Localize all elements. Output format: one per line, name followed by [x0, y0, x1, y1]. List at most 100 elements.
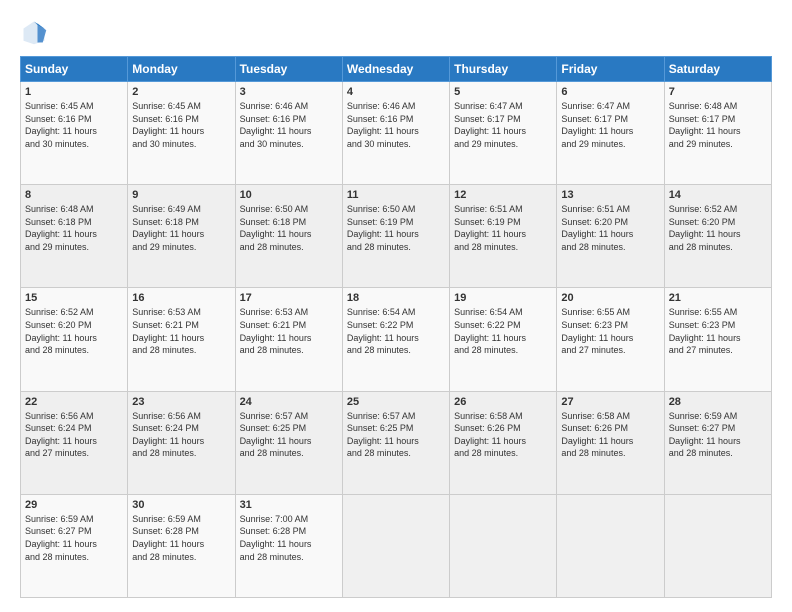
day-info: Sunrise: 6:49 AM Sunset: 6:18 PM Dayligh… — [132, 203, 230, 253]
day-number: 21 — [669, 292, 767, 304]
day-number: 1 — [25, 86, 123, 98]
day-info: Sunrise: 6:54 AM Sunset: 6:22 PM Dayligh… — [347, 306, 445, 356]
calendar-cell: 18 Sunrise: 6:54 AM Sunset: 6:22 PM Dayli… — [342, 288, 449, 391]
calendar-day-header: Friday — [557, 57, 664, 82]
day-info: Sunrise: 6:57 AM Sunset: 6:25 PM Dayligh… — [240, 410, 338, 460]
day-number: 17 — [240, 292, 338, 304]
calendar-cell: 12 Sunrise: 6:51 AM Sunset: 6:19 PM Dayli… — [450, 185, 557, 288]
day-number: 10 — [240, 189, 338, 201]
calendar-cell — [342, 494, 449, 597]
day-info: Sunrise: 6:51 AM Sunset: 6:20 PM Dayligh… — [561, 203, 659, 253]
calendar-cell: 26 Sunrise: 6:58 AM Sunset: 6:26 PM Dayli… — [450, 391, 557, 494]
day-info: Sunrise: 6:52 AM Sunset: 6:20 PM Dayligh… — [25, 306, 123, 356]
day-number: 12 — [454, 189, 552, 201]
day-number: 25 — [347, 396, 445, 408]
day-number: 29 — [25, 499, 123, 511]
calendar-day-header: Saturday — [664, 57, 771, 82]
calendar-cell: 22 Sunrise: 6:56 AM Sunset: 6:24 PM Dayli… — [21, 391, 128, 494]
day-number: 3 — [240, 86, 338, 98]
day-number: 2 — [132, 86, 230, 98]
day-info: Sunrise: 6:47 AM Sunset: 6:17 PM Dayligh… — [454, 100, 552, 150]
day-info: Sunrise: 6:59 AM Sunset: 6:28 PM Dayligh… — [132, 513, 230, 563]
calendar-header-row: SundayMondayTuesdayWednesdayThursdayFrid… — [21, 57, 772, 82]
calendar-day-header: Tuesday — [235, 57, 342, 82]
calendar-cell: 31 Sunrise: 7:00 AM Sunset: 6:28 PM Dayli… — [235, 494, 342, 597]
day-info: Sunrise: 6:59 AM Sunset: 6:27 PM Dayligh… — [669, 410, 767, 460]
day-info: Sunrise: 6:47 AM Sunset: 6:17 PM Dayligh… — [561, 100, 659, 150]
day-number: 13 — [561, 189, 659, 201]
calendar-cell: 2 Sunrise: 6:45 AM Sunset: 6:16 PM Daylig… — [128, 82, 235, 185]
day-number: 18 — [347, 292, 445, 304]
day-info: Sunrise: 6:51 AM Sunset: 6:19 PM Dayligh… — [454, 203, 552, 253]
calendar-cell: 27 Sunrise: 6:58 AM Sunset: 6:26 PM Dayli… — [557, 391, 664, 494]
calendar-week-row: 29Sunrise: 6:59 AM Sunset: 6:27 PM Dayli… — [21, 494, 772, 597]
calendar-cell: 24 Sunrise: 6:57 AM Sunset: 6:25 PM Dayli… — [235, 391, 342, 494]
day-number: 20 — [561, 292, 659, 304]
day-number: 5 — [454, 86, 552, 98]
calendar-day-header: Thursday — [450, 57, 557, 82]
calendar-table: SundayMondayTuesdayWednesdayThursdayFrid… — [20, 56, 772, 598]
calendar-cell: 13 Sunrise: 6:51 AM Sunset: 6:20 PM Dayli… — [557, 185, 664, 288]
day-info: Sunrise: 6:48 AM Sunset: 6:17 PM Dayligh… — [669, 100, 767, 150]
calendar-cell — [557, 494, 664, 597]
day-info: Sunrise: 6:53 AM Sunset: 6:21 PM Dayligh… — [240, 306, 338, 356]
calendar-cell: 4 Sunrise: 6:46 AM Sunset: 6:16 PM Daylig… — [342, 82, 449, 185]
day-number: 26 — [454, 396, 552, 408]
day-info: Sunrise: 6:45 AM Sunset: 6:16 PM Dayligh… — [25, 100, 123, 150]
calendar-cell: 21Sunrise: 6:55 AM Sunset: 6:23 PM Dayli… — [664, 288, 771, 391]
day-info: Sunrise: 6:54 AM Sunset: 6:22 PM Dayligh… — [454, 306, 552, 356]
calendar-cell: 15 Sunrise: 6:52 AM Sunset: 6:20 PM Dayli… — [21, 288, 128, 391]
calendar-cell: 29Sunrise: 6:59 AM Sunset: 6:27 PM Dayli… — [21, 494, 128, 597]
calendar-cell: 5 Sunrise: 6:47 AM Sunset: 6:17 PM Daylig… — [450, 82, 557, 185]
day-info: Sunrise: 6:50 AM Sunset: 6:19 PM Dayligh… — [347, 203, 445, 253]
day-info: Sunrise: 6:45 AM Sunset: 6:16 PM Dayligh… — [132, 100, 230, 150]
calendar-cell: 16Sunrise: 6:53 AM Sunset: 6:21 PM Dayli… — [128, 288, 235, 391]
calendar-cell: 11 Sunrise: 6:50 AM Sunset: 6:19 PM Dayli… — [342, 185, 449, 288]
header — [20, 18, 772, 46]
calendar-cell: 19 Sunrise: 6:54 AM Sunset: 6:22 PM Dayli… — [450, 288, 557, 391]
calendar-cell: 3Sunrise: 6:46 AM Sunset: 6:16 PM Daylig… — [235, 82, 342, 185]
calendar-cell: 9Sunrise: 6:49 AM Sunset: 6:18 PM Daylig… — [128, 185, 235, 288]
calendar-cell: 6 Sunrise: 6:47 AM Sunset: 6:17 PM Daylig… — [557, 82, 664, 185]
day-info: Sunrise: 6:52 AM Sunset: 6:20 PM Dayligh… — [669, 203, 767, 253]
calendar-cell: 14 Sunrise: 6:52 AM Sunset: 6:20 PM Dayli… — [664, 185, 771, 288]
calendar-week-row: 15 Sunrise: 6:52 AM Sunset: 6:20 PM Dayli… — [21, 288, 772, 391]
day-info: Sunrise: 6:57 AM Sunset: 6:25 PM Dayligh… — [347, 410, 445, 460]
day-number: 11 — [347, 189, 445, 201]
day-info: Sunrise: 6:56 AM Sunset: 6:24 PM Dayligh… — [25, 410, 123, 460]
logo-icon — [20, 18, 48, 46]
calendar-cell: 30Sunrise: 6:59 AM Sunset: 6:28 PM Dayli… — [128, 494, 235, 597]
calendar-day-header: Sunday — [21, 57, 128, 82]
calendar-day-header: Monday — [128, 57, 235, 82]
day-info: Sunrise: 7:00 AM Sunset: 6:28 PM Dayligh… — [240, 513, 338, 563]
day-info: Sunrise: 6:55 AM Sunset: 6:23 PM Dayligh… — [561, 306, 659, 356]
day-info: Sunrise: 6:58 AM Sunset: 6:26 PM Dayligh… — [561, 410, 659, 460]
day-info: Sunrise: 6:46 AM Sunset: 6:16 PM Dayligh… — [347, 100, 445, 150]
day-info: Sunrise: 6:48 AM Sunset: 6:18 PM Dayligh… — [25, 203, 123, 253]
day-number: 27 — [561, 396, 659, 408]
day-info: Sunrise: 6:58 AM Sunset: 6:26 PM Dayligh… — [454, 410, 552, 460]
day-number: 31 — [240, 499, 338, 511]
day-info: Sunrise: 6:56 AM Sunset: 6:24 PM Dayligh… — [132, 410, 230, 460]
page: SundayMondayTuesdayWednesdayThursdayFrid… — [0, 0, 792, 612]
calendar-cell — [450, 494, 557, 597]
day-number: 24 — [240, 396, 338, 408]
day-number: 28 — [669, 396, 767, 408]
calendar-cell: 20 Sunrise: 6:55 AM Sunset: 6:23 PM Dayli… — [557, 288, 664, 391]
day-number: 15 — [25, 292, 123, 304]
calendar-week-row: 1 Sunrise: 6:45 AM Sunset: 6:16 PM Daylig… — [21, 82, 772, 185]
day-number: 22 — [25, 396, 123, 408]
day-info: Sunrise: 6:53 AM Sunset: 6:21 PM Dayligh… — [132, 306, 230, 356]
day-number: 6 — [561, 86, 659, 98]
calendar-cell: 25 Sunrise: 6:57 AM Sunset: 6:25 PM Dayli… — [342, 391, 449, 494]
calendar-cell: 10 Sunrise: 6:50 AM Sunset: 6:18 PM Dayli… — [235, 185, 342, 288]
day-number: 19 — [454, 292, 552, 304]
day-number: 8 — [25, 189, 123, 201]
day-number: 14 — [669, 189, 767, 201]
calendar-cell: 23Sunrise: 6:56 AM Sunset: 6:24 PM Dayli… — [128, 391, 235, 494]
logo — [20, 18, 52, 46]
calendar-cell: 8 Sunrise: 6:48 AM Sunset: 6:18 PM Daylig… — [21, 185, 128, 288]
day-info: Sunrise: 6:50 AM Sunset: 6:18 PM Dayligh… — [240, 203, 338, 253]
day-number: 4 — [347, 86, 445, 98]
calendar-week-row: 22 Sunrise: 6:56 AM Sunset: 6:24 PM Dayli… — [21, 391, 772, 494]
